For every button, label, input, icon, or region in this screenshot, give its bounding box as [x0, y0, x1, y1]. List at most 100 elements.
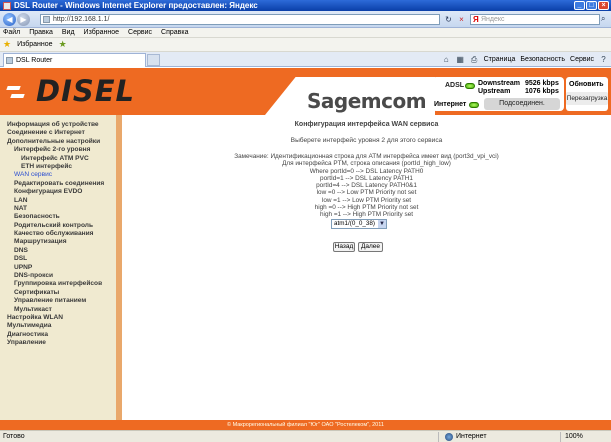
internet-label: Интернет	[434, 101, 467, 108]
page-menu[interactable]: Страница	[484, 56, 516, 63]
close-button[interactable]: ×	[598, 1, 609, 10]
brand-text: DISEL	[36, 74, 136, 108]
sagemcom-logo: Sagemcom	[265, 77, 435, 115]
sidebar-item[interactable]: Маршрутизация	[0, 238, 116, 246]
ie-icon	[3, 1, 11, 10]
reboot-button[interactable]: Перезагрузка	[566, 92, 608, 105]
note-line: low =0 --> Low PTM Priority not set	[316, 189, 417, 197]
tab-page-icon	[6, 57, 13, 64]
window-controls: _ □ ×	[574, 1, 609, 10]
forward-button[interactable]: ▶	[17, 13, 30, 26]
status-divider	[438, 432, 439, 442]
menu-tools[interactable]: Сервис	[128, 29, 152, 36]
downstream-value: 9526 kbps	[525, 80, 559, 87]
menu-file[interactable]: Файл	[3, 29, 20, 36]
note-line: low =1 --> Low PTM Priority set	[321, 196, 412, 204]
interface-select-value: atm1/(0_0_38)	[334, 220, 375, 227]
stop-icon[interactable]: ×	[456, 14, 467, 25]
minimize-button[interactable]: _	[574, 1, 585, 10]
refresh-icon[interactable]: ↻	[443, 14, 454, 25]
home-icon[interactable]: ⌂	[442, 55, 451, 64]
yandex-icon: Я	[473, 15, 479, 24]
sidebar-nav: Информация об устройстве Соединение с Инт…	[0, 115, 116, 420]
sidebar-item[interactable]: DNS	[0, 247, 116, 255]
new-tab-button[interactable]	[147, 54, 160, 66]
print-icon[interactable]: ⎙	[470, 55, 479, 64]
url-input[interactable]: http://192.168.1.1/	[40, 14, 440, 25]
zoom-level[interactable]: 100%	[565, 431, 583, 442]
add-favorite-icon[interactable]: ★	[59, 39, 67, 50]
sidebar-item[interactable]: DSL	[0, 255, 116, 263]
upstream-label: Upstream	[478, 88, 511, 95]
back-button-page[interactable]: Назад	[333, 242, 355, 252]
page-header: DISEL Sagemcom ADSL Downstream 9526 kbps…	[0, 68, 611, 115]
menu-view[interactable]: Вид	[62, 29, 75, 36]
menu-favorites[interactable]: Избранное	[84, 29, 119, 36]
sidebar-item[interactable]: Сертификаты	[0, 289, 116, 297]
maximize-button[interactable]: □	[586, 1, 597, 10]
search-icon[interactable]: ⌕	[601, 14, 610, 25]
router-page: DISEL Sagemcom ADSL Downstream 9526 kbps…	[0, 68, 611, 430]
favorites-bar: ★ Избранное ★	[0, 38, 611, 52]
refresh-button[interactable]: Обновить	[569, 81, 604, 88]
menu-help[interactable]: Справка	[161, 29, 188, 36]
page-footer: © Макрорегиональный филиал "Юг" ОАО "Рос…	[0, 420, 611, 430]
search-input[interactable]: Я Яндекс	[470, 14, 600, 25]
feeds-icon[interactable]: ▦	[456, 55, 465, 64]
sidebar-item[interactable]: Редактировать соединения	[0, 180, 116, 188]
note-line: portId=4 --> DSL Latency PATH0&1	[316, 182, 417, 190]
sidebar-item[interactable]: Соединение с Интернет	[0, 129, 116, 137]
menu-bar: Файл Правка Вид Избранное Сервис Справка	[0, 28, 611, 38]
connection-state-button[interactable]: Подсоединен.	[484, 98, 560, 110]
sidebar-list: Информация об устройстве Соединение с Инт…	[0, 121, 116, 348]
disel-logo: DISEL	[7, 76, 135, 106]
window-title: DSL Router - Windows Internet Explorer п…	[14, 1, 258, 10]
sidebar-item[interactable]: Информация об устройстве	[0, 121, 116, 129]
url-text: http://192.168.1.1/	[53, 16, 110, 23]
security-menu[interactable]: Безопасность	[520, 56, 565, 63]
sidebar-item[interactable]: Родительский контроль	[0, 222, 116, 230]
sidebar-item[interactable]: WAN сервис	[0, 171, 116, 179]
sidebar-item[interactable]: NAT	[0, 205, 116, 213]
tab-bar: DSL Router ⌂ ▦ ⎙ Страница Безопасность С…	[0, 52, 611, 67]
sidebar-item[interactable]: Диагностика	[0, 331, 116, 339]
note-line: Для интерфейса PTM, строка описания (por…	[282, 160, 451, 168]
sidebar-item[interactable]: Дополнительные настройки	[0, 138, 116, 146]
internet-zone-icon	[445, 433, 453, 441]
interface-select[interactable]: atm1/(0_0_38) ▼	[331, 219, 387, 229]
next-button[interactable]: Далее	[358, 242, 383, 252]
tab-dsl-router[interactable]: DSL Router	[3, 53, 146, 67]
sidebar-item[interactable]: Мультимедиа	[0, 322, 116, 330]
help-icon[interactable]: ?	[599, 55, 608, 64]
tools-menu[interactable]: Сервис	[570, 56, 594, 63]
sidebar-item[interactable]: Управление	[0, 339, 116, 347]
sidebar-item[interactable]: Настройка WLAN	[0, 314, 116, 322]
favorites-star-icon[interactable]: ★	[3, 39, 11, 50]
note-line: high =1 --> High PTM Priority set	[319, 211, 414, 219]
interface-note: Замечание: Идентификационная строка для …	[122, 153, 611, 219]
address-toolbar: ◀ ▶ http://192.168.1.1/ ↻ × Я Яндекс ⌕	[0, 11, 611, 28]
favorites-button[interactable]: Избранное	[17, 41, 52, 48]
sidebar-item[interactable]: ETH интерфейс	[0, 163, 116, 171]
sidebar-item[interactable]: Интерфейс 2-го уровня	[0, 146, 116, 154]
connection-status-panel: ADSL Downstream 9526 kbps Upstream 1076 …	[432, 77, 564, 111]
sidebar-item[interactable]: Интерфейс ATM PVC	[0, 155, 116, 163]
note-line: Where portId=0 --> DSL Latency PATH0	[309, 167, 424, 175]
sidebar-item[interactable]: Группировка интерфейсов	[0, 280, 116, 288]
sidebar-item[interactable]: Конфигурация EVDO	[0, 188, 116, 196]
sidebar-item[interactable]: Качество обслуживания	[0, 230, 116, 238]
sidebar-item[interactable]: LAN	[0, 197, 116, 205]
sidebar-item[interactable]: Мультикаст	[0, 306, 116, 314]
chevron-down-icon: ▼	[378, 220, 386, 228]
status-zone: Интернет	[456, 433, 487, 440]
main-content: Конфигурация интерфейса WAN сервиса Выбе…	[122, 115, 611, 420]
note-line: portId=1 --> DSL Latency PATH1	[320, 174, 413, 182]
downstream-label: Downstream	[478, 80, 521, 87]
sidebar-item[interactable]: Безопасность	[0, 213, 116, 221]
menu-edit[interactable]: Правка	[29, 29, 53, 36]
back-button[interactable]: ◀	[3, 13, 16, 26]
sidebar-item[interactable]: UPNP	[0, 264, 116, 272]
sidebar-item[interactable]: Управление питанием	[0, 297, 116, 305]
partner-text: Sagemcom	[307, 89, 427, 113]
sidebar-item[interactable]: DNS-прокси	[0, 272, 116, 280]
